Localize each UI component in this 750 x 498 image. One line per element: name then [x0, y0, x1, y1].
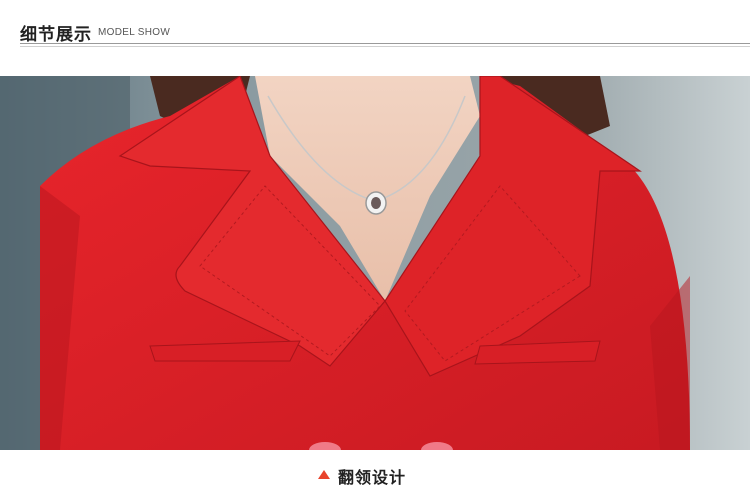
header-divider: [20, 43, 750, 44]
section-header: 细节展示 MODEL SHOW: [0, 0, 750, 60]
header-divider-light: [20, 46, 750, 47]
section-title: 细节展示: [20, 25, 92, 45]
triangle-up-icon: [318, 470, 330, 479]
product-detail-photo: [0, 76, 750, 450]
caption-text: 翻领设计: [338, 468, 407, 487]
section-subtitle: MODEL SHOW: [98, 27, 171, 38]
